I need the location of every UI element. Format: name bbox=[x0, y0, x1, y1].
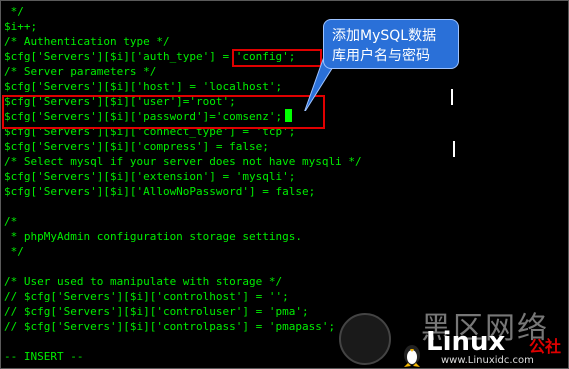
separator-mark bbox=[451, 89, 453, 105]
annotation-callout: 添加MySQL数据 库用户名与密码 bbox=[323, 19, 459, 69]
code-line: $cfg['Servers'][$i]['compress'] = false; bbox=[4, 140, 269, 153]
code-line: * phpMyAdmin configuration storage setti… bbox=[4, 230, 303, 243]
tux-logo-icon bbox=[339, 313, 391, 365]
code-line: /* bbox=[4, 215, 18, 228]
watermark-linux: Linux bbox=[426, 327, 506, 357]
code-line: $cfg['Servers'][$i]['extension'] = 'mysq… bbox=[4, 170, 296, 183]
code-line: /* User used to manipulate with storage … bbox=[4, 275, 283, 288]
code-line: // $cfg['Servers'][$i]['controlpass'] = … bbox=[4, 320, 336, 333]
watermark-url: www.Linuxidc.com bbox=[441, 355, 534, 366]
code-line: $cfg['Servers'][$i]['AllowNoPassword'] =… bbox=[4, 185, 316, 198]
code-line: /* Select mysql if your server does not … bbox=[4, 155, 362, 168]
code-line: $i++; bbox=[4, 20, 38, 33]
callout-line1: 添加MySQL数据 bbox=[332, 28, 437, 44]
separator-mark bbox=[453, 141, 455, 157]
credentials-highlight bbox=[2, 95, 325, 129]
watermark-suffix: 公社 bbox=[529, 337, 562, 356]
callout-line2: 库用户名与密码 bbox=[332, 48, 430, 64]
code-line: */ bbox=[4, 5, 24, 18]
terminal-window[interactable]: */ $i++; /* Authentication type */ $cfg[… bbox=[0, 0, 569, 369]
mode-indicator: -- INSERT -- bbox=[4, 350, 84, 363]
code-line: // $cfg['Servers'][$i]['controluser'] = … bbox=[4, 305, 309, 318]
code-line: /* Authentication type */ bbox=[4, 35, 170, 48]
code-line: // $cfg['Servers'][$i]['controlhost'] = … bbox=[4, 290, 289, 303]
code-line: */ bbox=[4, 245, 24, 258]
